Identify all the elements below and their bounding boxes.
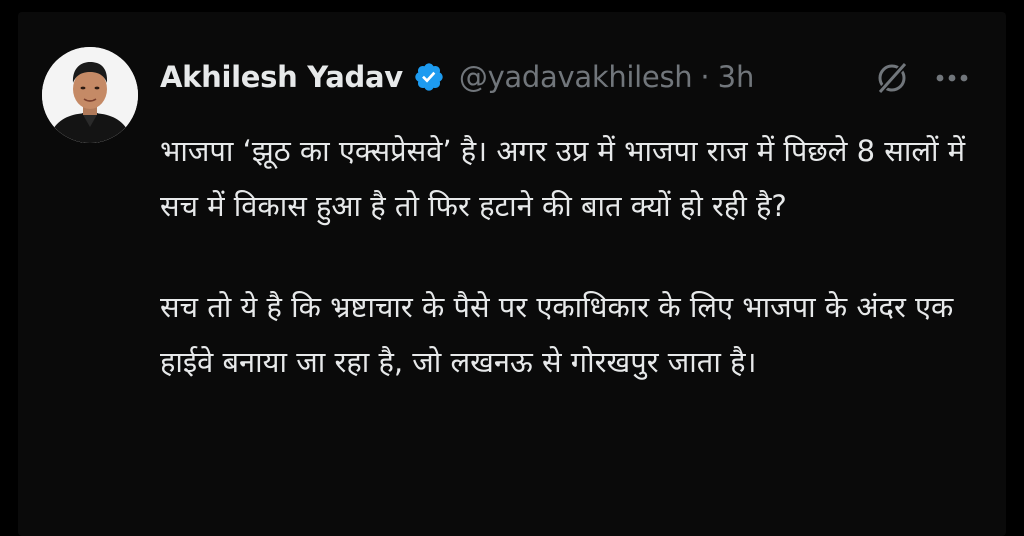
tweet-paragraph-1: भाजपा ‘झूठ का एक्सप्रेसवे’ है। अगर उप्र … — [160, 134, 966, 223]
avatar[interactable] — [42, 47, 138, 143]
author-handle[interactable]: @yadavakhilesh — [459, 60, 693, 94]
tweet-header: Akhilesh Yadav @yadavakhilesh · 3h — [160, 52, 754, 102]
tweet-timestamp[interactable]: 3h — [718, 60, 755, 94]
more-options-icon[interactable] — [932, 70, 972, 84]
verified-badge-icon — [413, 61, 445, 93]
header-separator: · — [700, 60, 710, 94]
author-display-name[interactable]: Akhilesh Yadav — [160, 60, 403, 94]
screenshot-frame: Akhilesh Yadav @yadavakhilesh · 3h भाजपा… — [0, 0, 1024, 536]
profile-photo — [42, 47, 138, 143]
tweet-paragraph-2: सच तो ये है कि भ्रष्टाचार के पैसे पर एका… — [160, 290, 954, 379]
grok-icon[interactable] — [872, 58, 912, 98]
tweet-text: भाजपा ‘झूठ का एक्सप्रेसवे’ है। अगर उप्र … — [160, 124, 990, 390]
